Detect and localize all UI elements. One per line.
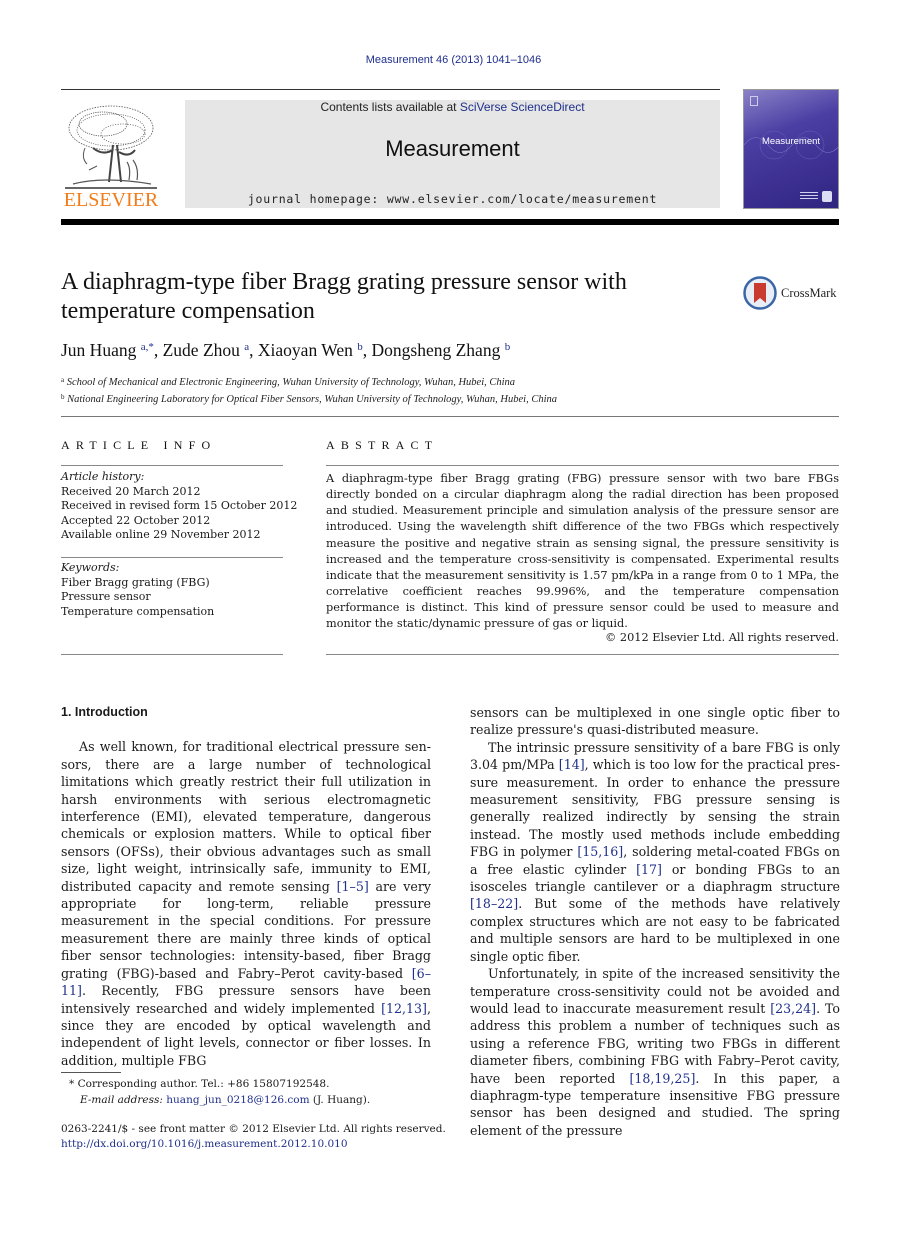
affiliation-marker: b [61,393,65,401]
body-column-right: sensors can be multiplexed in one single… [470,704,840,1139]
crossmark-icon [743,276,777,310]
article-info-rule [61,465,283,466]
abstract-rule [326,465,839,466]
doi-link[interactable]: http://dx.doi.org/10.1016/j.measurement.… [61,1138,348,1150]
history-label: Article history: [61,470,145,483]
abstract-copyright: © 2012 Elsevier Ltd. All rights reserved… [605,631,839,644]
journal-citation[interactable]: Measurement 46 (2013) 1041–1046 [0,54,907,66]
abstract-text: A diaphragm-type fiber Bragg grating (FB… [326,472,839,631]
crossmark-label: CrossMark [781,286,837,300]
history-item: Received 20 March 2012 [61,484,201,498]
body-column-left: 1. Introduction As well known, for tradi… [61,704,431,1069]
keyword: Temperature compensation [61,604,215,618]
author-name: Xiaoyan Wen [257,340,353,360]
history-item: Available online 29 November 2012 [61,528,261,541]
keywords-rule [61,557,283,558]
history-item: Received in revised form 15 October 2012 [61,499,298,512]
cover-text-lines [800,192,818,200]
elsevier-tree-icon [65,105,157,189]
journal-cover-thumbnail[interactable]: Measurement [743,89,839,209]
citation-link[interactable]: Measurement 46 (2013) 1041–1046 [366,54,542,66]
author-name: Dongsheng Zhang [371,340,501,360]
author-affiliation-marker[interactable]: b [505,341,511,353]
author-affiliation-marker[interactable]: b [357,341,363,353]
issn-block: 0263-2241/$ - see front matter © 2012 El… [61,1122,446,1152]
author-affiliation-marker[interactable]: a [244,341,249,353]
keyword: Pressure sensor [61,590,151,603]
affiliation-marker: a [61,376,65,384]
journal-name: Measurement [385,136,520,161]
section-rule [61,416,839,417]
journal-banner: Contents lists available at SciVerse Sci… [185,100,720,208]
reference-link[interactable]: [14] [559,757,585,772]
contents-availability: Contents lists available at SciVerse Sci… [185,100,720,114]
footnote: * Corresponding author. Tel.: +86 158071… [61,1076,370,1108]
section-heading: 1. Introduction [61,705,148,719]
publisher-wordmark: ELSEVIER [63,189,159,211]
abstract-heading: ABSTRACT [326,438,439,452]
keywords-label: Keywords: [61,561,120,574]
elsevier-logo[interactable]: ELSEVIER [61,100,161,212]
affiliation: b National Engineering Laboratory for Op… [61,390,557,407]
cover-publisher-mark-icon [750,96,758,106]
corresponding-author-note: * Corresponding author. Tel.: +86 158071… [69,1078,330,1090]
reference-link[interactable]: [18,19,25] [629,1071,695,1086]
keyword: Fiber Bragg grating (FBG) [61,575,210,589]
affiliation-text: National Engineering Laboratory for Opti… [67,394,558,405]
history-item: Accepted 22 October 2012 [61,513,211,527]
front-matter-note: 0263-2241/$ - see front matter © 2012 El… [61,1123,446,1135]
article-info-bottom-rule [61,654,283,655]
author-affiliation-marker[interactable]: a,* [141,341,154,353]
author-name: Jun Huang [61,340,137,360]
email-label: E-mail address: [80,1094,163,1106]
reference-link[interactable]: [17] [636,862,662,877]
email-note: E-mail address: huang_jun_0218@126.com (… [61,1092,370,1108]
keywords: Keywords: Fiber Bragg grating (FBG) Pres… [61,561,214,619]
contents-prefix: Contents lists available at [320,100,460,114]
affiliation: a School of Mechanical and Electronic En… [61,373,557,390]
body-paragraph: The intrinsic pressure sensitivity of a … [470,739,840,965]
cover-title: Measurement [761,136,821,147]
email-suffix: (J. Huang). [309,1094,371,1106]
cover-badge-icon [822,191,832,202]
body-paragraph: As well known, for traditional electrica… [61,738,431,1069]
crossmark-button[interactable]: CrossMark [743,276,843,312]
affiliation-text: School of Mechanical and Electronic Engi… [66,377,516,388]
reference-link[interactable]: [12,13] [381,1001,427,1016]
abstract-bottom-rule [326,654,839,655]
reference-link[interactable]: [15,16] [577,844,623,859]
footnote-rule [61,1072,121,1073]
body-paragraph: Unfortunately, in spite of the increased… [470,965,840,1139]
paragraph-text: . Recently, FBG pressure sensors have be… [61,983,431,1016]
header-thick-rule [61,219,839,225]
body-paragraph: sensors can be multiplexed in one single… [470,705,840,738]
affiliations: a School of Mechanical and Electronic En… [61,373,557,407]
article-history: Article history: Received 20 March 2012 … [61,470,297,543]
sciencedirect-link[interactable]: SciVerse ScienceDirect [460,100,585,114]
paragraph-text: As well known, for traditional electrica… [61,739,431,894]
article-info-heading: ARTICLE INFO [61,438,217,452]
reference-link[interactable]: [1–5] [337,879,369,894]
email-link[interactable]: huang_jun_0218@126.com [166,1094,309,1106]
paragraph-text: . But some of the meth­ods have relative… [470,896,840,964]
reference-link[interactable]: [18–22] [470,896,518,911]
article-title: A diaphragm-type fiber Bragg grating pre… [61,269,627,324]
journal-homepage-link[interactable]: journal homepage: www.elsevier.com/locat… [185,192,720,206]
reference-link[interactable]: [23,24] [770,1001,816,1016]
author-list: Jun Huang a,*, Zude Zhou a, Xiaoyan Wen … [61,340,511,360]
header-rule [61,89,720,90]
author-name: Zude Zhou [162,340,240,360]
